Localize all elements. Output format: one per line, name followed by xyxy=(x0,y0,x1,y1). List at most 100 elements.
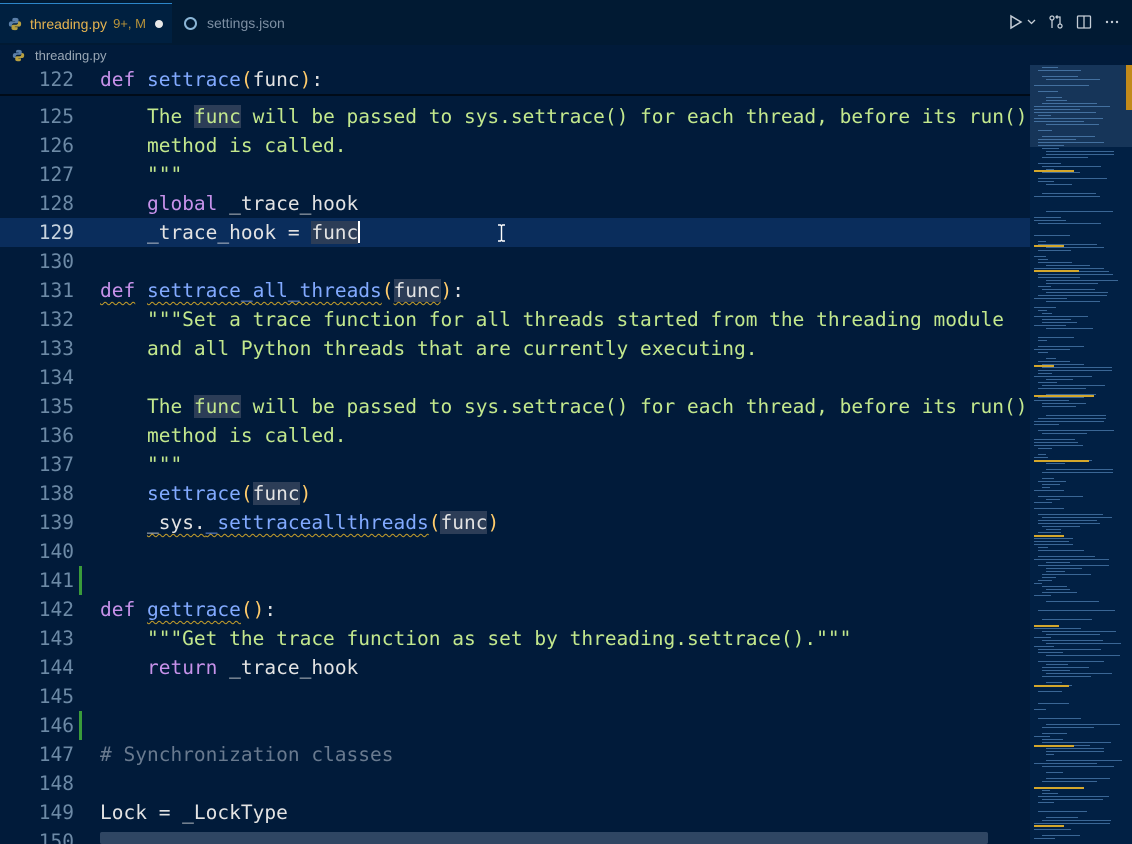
minimap-line xyxy=(1034,628,1081,629)
split-editor-icon[interactable] xyxy=(1076,14,1092,30)
minimap-line xyxy=(1038,691,1062,692)
minimap-line xyxy=(1046,499,1060,500)
minimap-line xyxy=(1038,115,1051,116)
minimap-line xyxy=(1034,307,1056,308)
minimap-line xyxy=(1046,724,1120,725)
minimap-line xyxy=(1038,259,1048,260)
python-file-icon xyxy=(8,17,22,30)
code-line: The func will be passed to sys.settrace(… xyxy=(100,105,1028,128)
minimap-line xyxy=(1038,310,1047,311)
code-row[interactable]: 148 xyxy=(0,769,1030,798)
minimap-line xyxy=(1046,265,1090,266)
minimap-line xyxy=(1046,634,1100,635)
minimap-line xyxy=(1038,430,1114,431)
code-row[interactable]: 135 The func will be passed to sys.settr… xyxy=(0,392,1030,421)
minimap-line xyxy=(1046,97,1062,98)
code-editor[interactable]: 122 def settrace(func): 125 The func will… xyxy=(0,65,1030,844)
code-line: def settrace_all_threads(func): xyxy=(100,279,465,302)
code-line: _trace_hook = func xyxy=(100,221,361,244)
code-row[interactable]: 141 xyxy=(0,566,1030,595)
text-cursor-ibeam-icon xyxy=(498,224,505,242)
python-file-icon xyxy=(12,49,25,61)
minimap-line xyxy=(1034,316,1088,317)
current-code-row[interactable]: 129 _trace_hook = func xyxy=(0,218,1030,247)
code-row[interactable]: 133 and all Python threads that are curr… xyxy=(0,334,1030,363)
code-row[interactable]: 149 Lock = _LockType xyxy=(0,798,1030,827)
minimap-line xyxy=(1046,760,1122,761)
ellipsis-icon[interactable] xyxy=(1104,14,1120,30)
tab-threading-py[interactable]: threading.py 9+, M xyxy=(0,3,172,43)
minimap-line xyxy=(1038,547,1048,548)
line-number: 130 xyxy=(38,250,74,273)
minimap[interactable] xyxy=(1030,65,1132,844)
play-icon[interactable] xyxy=(1009,14,1023,30)
minimap-line xyxy=(1038,454,1046,455)
chevron-down-icon[interactable] xyxy=(1027,18,1036,26)
code-row[interactable]: 136 method is called. xyxy=(0,421,1030,450)
code-row[interactable]: 127 """ xyxy=(0,160,1030,189)
line-number: 122 xyxy=(38,68,74,91)
code-line: Lock = _LockType xyxy=(100,801,288,824)
minimap-highlight xyxy=(1034,365,1054,367)
code-row[interactable]: 146 xyxy=(0,711,1030,740)
minimap-line xyxy=(1034,838,1055,839)
minimap-line xyxy=(1046,463,1065,464)
code-row[interactable]: 143 """Get the trace function as set by … xyxy=(0,624,1030,653)
tab-bar: threading.py 9+, M settings.json xyxy=(0,0,1132,45)
sticky-scroll-divider xyxy=(0,94,1030,96)
minimap-line xyxy=(1046,247,1104,248)
code-row[interactable]: 140 xyxy=(0,537,1030,566)
code-row[interactable]: 125 The func will be passed to sys.settr… xyxy=(0,102,1030,131)
modified-line-marker[interactable] xyxy=(79,711,82,740)
minimap-line xyxy=(1046,151,1114,152)
minimap-line xyxy=(1034,121,1084,122)
minimap-line xyxy=(1038,397,1084,398)
code-row[interactable]: 139 _sys._settraceallthreads(func) xyxy=(0,508,1030,537)
minimap-line xyxy=(1038,580,1052,581)
unsaved-dot-icon[interactable] xyxy=(154,19,163,28)
tab-label: threading.py xyxy=(30,15,108,32)
tab-settings-json[interactable]: settings.json xyxy=(172,3,310,43)
minimap-line xyxy=(1034,109,1080,110)
minimap-line xyxy=(1038,382,1057,383)
code-row[interactable]: 134 xyxy=(0,363,1030,392)
minimap-highlight xyxy=(1034,245,1064,247)
minimap-line xyxy=(1046,751,1104,752)
minimap-line xyxy=(1038,346,1084,347)
minimap-line xyxy=(1038,550,1084,551)
line-number: 139 xyxy=(38,511,74,534)
minimap-line xyxy=(1038,523,1100,524)
code-row[interactable]: 138 settrace(func) xyxy=(0,479,1030,508)
code-row[interactable]: 145 xyxy=(0,682,1030,711)
line-number: 150 xyxy=(38,830,74,844)
minimap-line xyxy=(1042,766,1114,767)
minimap-line xyxy=(1038,70,1081,71)
minimap-line xyxy=(1042,313,1052,314)
horizontal-scrollbar[interactable] xyxy=(100,832,988,844)
vertical-scrollbar-thumb[interactable] xyxy=(1126,65,1132,110)
breadcrumb-file[interactable]: threading.py xyxy=(35,48,107,63)
code-line: and all Python threads that are currentl… xyxy=(100,337,758,360)
sticky-scroll-line[interactable]: 122 def settrace(func): xyxy=(0,65,1030,94)
code-row[interactable]: 126 method is called. xyxy=(0,131,1030,160)
minimap-line xyxy=(1034,445,1083,446)
minimap-line xyxy=(1038,352,1048,353)
code-row[interactable]: 128 global _trace_hook xyxy=(0,189,1030,218)
minimap-line xyxy=(1046,778,1110,779)
minimap-line xyxy=(1038,718,1081,719)
minimap-line xyxy=(1042,103,1097,104)
code-row[interactable]: 130 xyxy=(0,247,1030,276)
modified-line-marker[interactable] xyxy=(79,566,82,595)
minimap-highlight xyxy=(1034,170,1074,172)
code-row[interactable]: 142 def gettrace(): xyxy=(0,595,1030,624)
minimap-line xyxy=(1038,802,1054,803)
minimap-line xyxy=(1034,196,1100,197)
code-row[interactable]: 144 return _trace_hook xyxy=(0,653,1030,682)
code-row[interactable]: 147 # Synchronization classes xyxy=(0,740,1030,769)
code-row[interactable]: 131 def settrace_all_threads(func): xyxy=(0,276,1030,305)
git-compare-icon[interactable] xyxy=(1048,14,1064,30)
code-row[interactable]: 137 """ xyxy=(0,450,1030,479)
minimap-line xyxy=(1034,235,1070,236)
code-row[interactable]: 132 """Set a trace function for all thre… xyxy=(0,305,1030,334)
minimap-line xyxy=(1042,526,1080,527)
